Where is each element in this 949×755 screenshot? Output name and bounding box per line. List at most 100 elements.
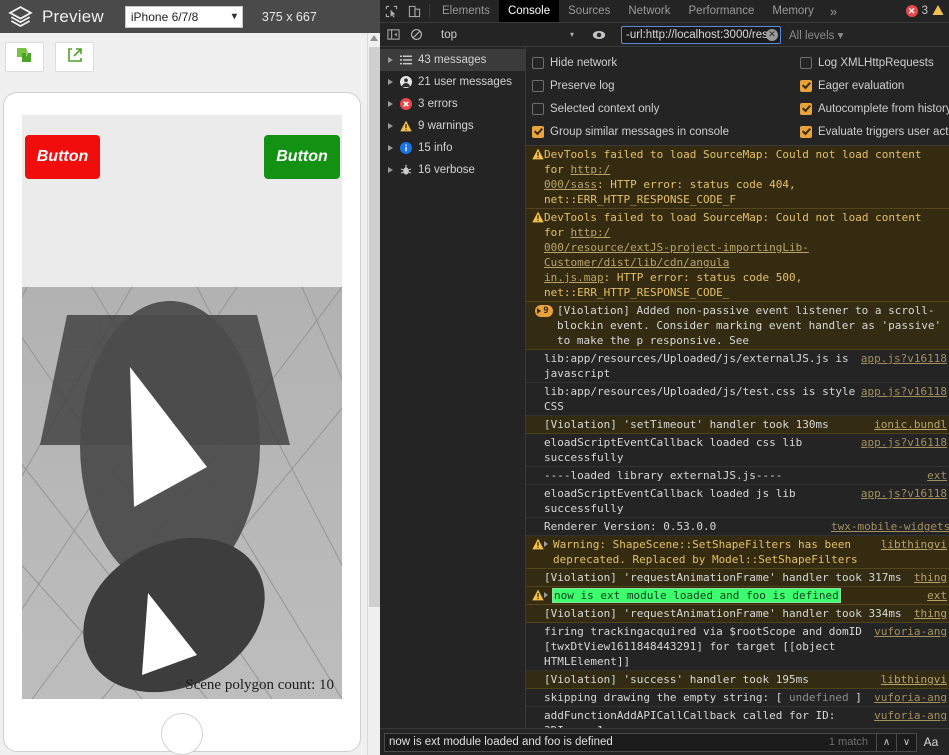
console-log-list[interactable]: DevTools failed to load SourceMap: Could… [526,146,949,728]
chevron-right-icon[interactable] [388,123,393,129]
console-log-row[interactable]: [Violation] 'requestAnimationFrame' hand… [526,605,949,623]
checkbox[interactable] [800,126,812,138]
console-sidebar-toggle-icon[interactable] [382,28,405,41]
console-filter-input[interactable]: -url:http://localhost:3000/res ✕ [621,26,781,44]
tab-memory[interactable]: Memory [763,0,823,22]
console-source-link[interactable]: ext [927,588,949,603]
tab-performance[interactable]: Performance [680,0,764,22]
sidebar-item---warnings[interactable]: 9 warnings [380,115,525,137]
open-external-button[interactable] [55,42,94,72]
tab-sources[interactable]: Sources [559,0,619,22]
console-message-text: now is ext module loaded and foo is defi… [553,588,927,603]
console-log-row[interactable]: addFunctionAddAPICallCallback called for… [526,707,949,728]
sidebar-item----verbose[interactable]: 16 verbose [380,159,525,181]
close-icon[interactable]: ✕ [766,29,778,41]
page-title: Preview [42,7,104,27]
match-case-button[interactable]: Aa [917,735,945,749]
console-log-row[interactable]: eloadScriptEventCallback loaded css lib … [526,434,949,467]
chevron-right-icon[interactable] [388,167,393,173]
checkbox[interactable] [532,80,544,92]
console-log-row[interactable]: 9[Violation] Added non-passive event lis… [526,302,949,350]
console-searchbar: now is ext module loaded and foo is defi… [380,728,949,755]
console-source-link[interactable]: twx-mobile-widgets- [831,519,949,534]
console-log-row[interactable]: now is ext module loaded and foo is defi… [526,587,949,605]
console-source-link[interactable]: ext [927,468,949,483]
checkbox[interactable] [800,103,812,115]
chevron-right-icon[interactable] [388,145,393,151]
console-log-row[interactable]: [Violation] 'requestAnimationFrame' hand… [526,569,949,587]
sidebar-item----messages[interactable]: 43 messages [380,49,525,71]
console-source-link[interactable]: thing [914,606,949,621]
console-log-row[interactable]: ----loaded library externalJS.js----ext [526,467,949,485]
console-source-link[interactable]: app.js?v16118 [861,435,949,450]
setting-hide-network[interactable]: Hide network [532,52,800,73]
device-toolbar-icon[interactable] [403,0,426,22]
checkbox[interactable] [532,103,544,115]
app-button-red[interactable]: Button [25,135,100,179]
console-source-link[interactable]: app.js?v16118 [861,351,949,366]
console-log-row[interactable]: lib:app/resources/Uploaded/js/test.css i… [526,383,949,416]
sidebar-item---errors[interactable]: 3 errors [380,93,525,115]
console-source-link[interactable]: vuforia-ang [874,624,949,639]
app-button-green[interactable]: Button [264,135,340,179]
console-log-row[interactable]: Renderer Version: 0.53.0.0twx-mobile-wid… [526,518,949,536]
setting-eager-evaluation[interactable]: Eager evaluation [800,75,949,96]
log-level-select[interactable]: All levels ▾ [789,28,843,42]
console-log-row[interactable]: DevTools failed to load SourceMap: Could… [526,209,949,302]
console-log-row[interactable]: firing trackingacquired via $rootScope a… [526,623,949,671]
checkbox[interactable] [800,57,812,69]
expand-arrow-icon[interactable] [544,588,553,598]
console-source-link[interactable]: app.js?v16118 [861,486,949,501]
more-tabs-button[interactable]: » [823,0,844,22]
setting-evaluate-triggers-user-activat[interactable]: Evaluate triggers user activat [800,121,949,142]
preview-header: Preview iPhone 6/7/8 ▾ 375 x 667 [0,0,380,33]
console-source-link[interactable]: app.js?v16118 [861,384,949,399]
search-prev-button[interactable]: ∧ [877,733,897,752]
checkbox[interactable] [532,57,544,69]
console-source-link[interactable]: libthingvi [881,537,949,552]
tab-console[interactable]: Console [499,0,559,22]
chevron-right-icon[interactable] [388,101,393,107]
console-log-row[interactable]: skipping drawing the empty string: [ und… [526,689,949,707]
console-source-link[interactable]: vuforia-ang [874,690,949,705]
console-source-link[interactable]: thing [914,570,949,585]
console-log-row[interactable]: DevTools failed to load SourceMap: Could… [526,146,949,209]
console-source-link[interactable]: vuforia-ang [874,708,949,723]
clear-console-icon[interactable] [405,28,428,41]
device-select[interactable]: iPhone 6/7/8 ▾ [125,6,243,28]
console-log-row[interactable]: lib:app/resources/Uploaded/js/externalJS… [526,350,949,383]
search-next-button[interactable]: ∨ [897,733,917,752]
console-log-row[interactable]: Warning: ShapeScene::SetShapeFilters has… [526,536,949,569]
sidebar-item----info[interactable]: 15 info [380,137,525,159]
tab-elements[interactable]: Elements [433,0,499,22]
console-source-link[interactable]: libthingvi [881,672,949,687]
chevron-right-icon[interactable] [388,79,393,85]
console-message-text: [Violation] 'requestAnimationFrame' hand… [544,606,914,621]
console-log-row[interactable]: [Violation] 'setTimeout' handler took 13… [526,416,949,434]
setting-preserve-log[interactable]: Preserve log [532,75,800,96]
tab-network[interactable]: Network [619,0,679,22]
expand-arrow-icon[interactable] [544,537,553,547]
sidebar-item----user-messages[interactable]: 21 user messages [380,71,525,93]
console-eye-icon[interactable] [587,28,610,42]
log-row-gutter [531,672,544,673]
device-home-button[interactable] [161,713,203,755]
refresh-shapes-button[interactable] [5,42,44,72]
checkbox[interactable] [532,126,544,138]
search-input[interactable]: now is ext module loaded and foo is defi… [384,733,877,752]
execution-context-select[interactable]: top ▾ [435,26,580,44]
chevron-right-icon[interactable] [388,57,393,63]
preview-scrollbar[interactable] [367,33,380,755]
console-log-row[interactable]: eloadScriptEventCallback loaded js lib s… [526,485,949,518]
setting-group-similar-messages-in-console[interactable]: Group similar messages in console [532,121,800,142]
scroll-up-icon[interactable] [370,35,378,41]
console-source-link[interactable]: ionic.bundl [874,417,949,432]
setting-log-xmlhttprequests[interactable]: Log XMLHttpRequests [800,52,949,73]
console-log-row[interactable]: [Violation] 'success' handler took 195ms… [526,671,949,689]
checkbox[interactable] [800,80,812,92]
setting-selected-context-only[interactable]: Selected context only [532,98,800,119]
three-d-scene[interactable]: Scene polygon count: 10 [22,115,342,699]
setting-autocomplete-from-history[interactable]: Autocomplete from history [800,98,949,119]
inspect-element-icon[interactable] [380,0,403,22]
scrollbar-thumb[interactable] [369,47,380,607]
